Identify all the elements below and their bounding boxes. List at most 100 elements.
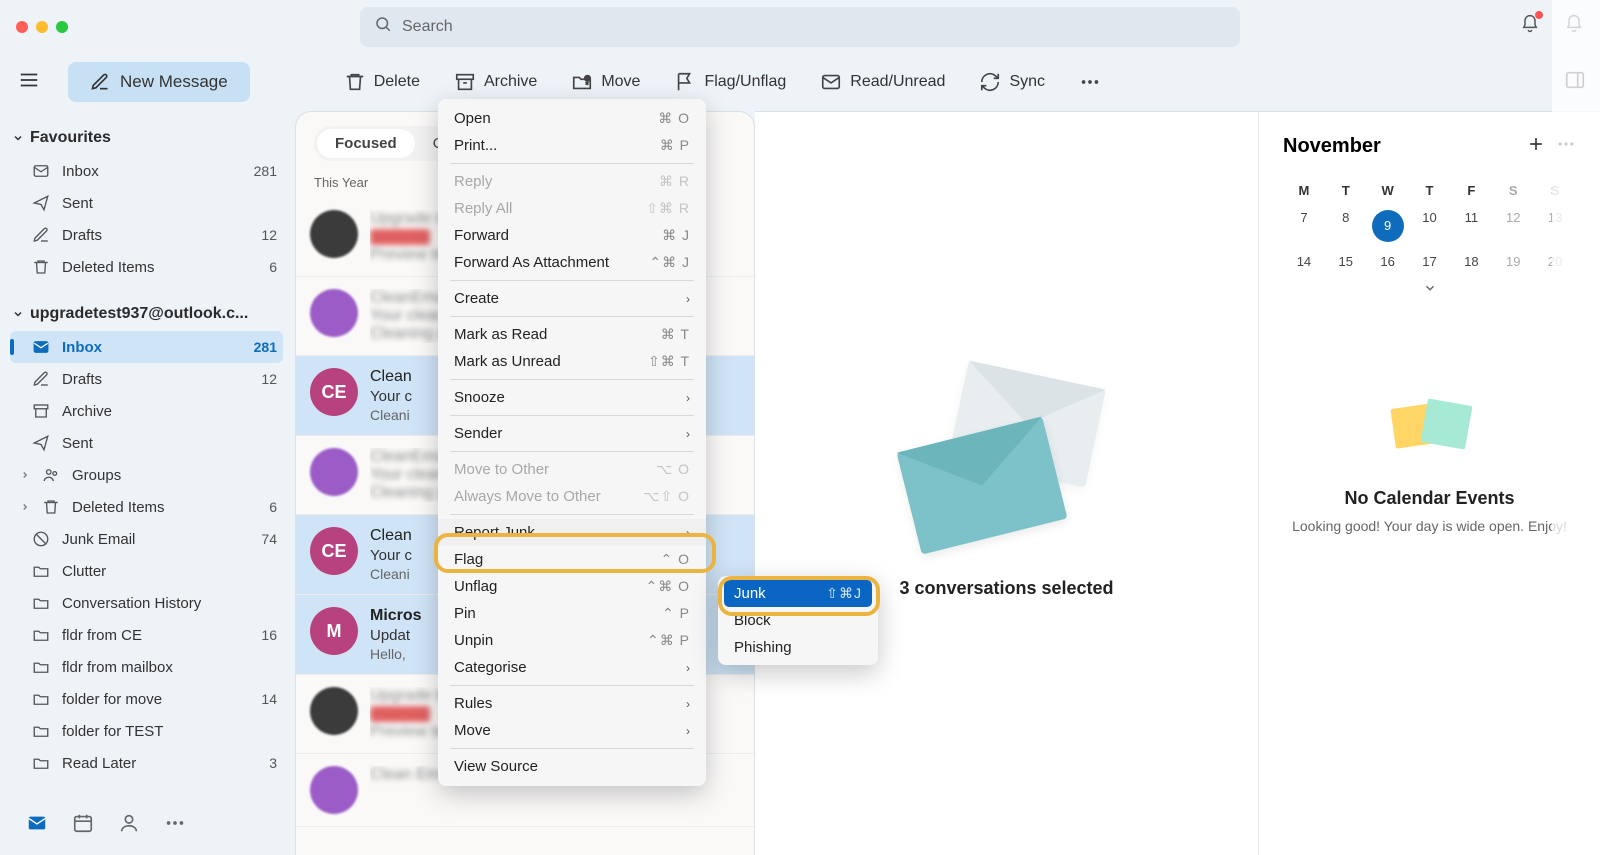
archive-button[interactable]: Archive xyxy=(446,65,545,99)
cm-snooze[interactable]: Snooze› xyxy=(438,384,706,411)
cm-open[interactable]: Open⌘ O xyxy=(438,105,706,132)
new-message-button[interactable]: New Message xyxy=(68,62,250,102)
cm-block[interactable]: Block xyxy=(718,607,878,634)
more-nav-icon[interactable] xyxy=(164,812,186,839)
sidebar-fldr-mailbox[interactable]: fldr from mailbox xyxy=(10,651,283,683)
calendar-nav-icon[interactable] xyxy=(72,812,94,839)
search-icon xyxy=(374,15,392,38)
inbox-label: Inbox xyxy=(62,163,99,180)
sidebar-groups[interactable]: Groups xyxy=(10,459,283,491)
sidebar-read-later[interactable]: Read Later 3 xyxy=(10,747,283,779)
calendar-grid: M T W T F S S 7 8 9 10 11 12 13 14 15 16 xyxy=(1283,177,1576,306)
cm-sender[interactable]: Sender› xyxy=(438,420,706,447)
groups-label: Groups xyxy=(72,467,121,484)
sidebar-fldr-ce[interactable]: fldr from CE 16 xyxy=(10,619,283,651)
cal-day[interactable]: 17 xyxy=(1409,248,1451,275)
sidebar-folder-move[interactable]: folder for move 14 xyxy=(10,683,283,715)
sidebar-inbox-fav[interactable]: Inbox 281 xyxy=(10,155,283,187)
delete-button[interactable]: Delete xyxy=(336,65,428,99)
read-later-label: Read Later xyxy=(62,755,136,772)
move-button[interactable]: Move xyxy=(563,65,648,99)
avatar-icon: CE xyxy=(310,368,358,416)
cal-day[interactable]: 12 xyxy=(1492,204,1534,248)
expand-calendar-button[interactable] xyxy=(1283,275,1576,306)
cal-day[interactable]: 8 xyxy=(1325,204,1367,248)
sidebar-conv-history[interactable]: Conversation History xyxy=(10,587,283,619)
inbox-count2: 281 xyxy=(254,339,277,355)
deleted-label2: Deleted Items xyxy=(72,499,165,516)
cm-report-junk[interactable]: Report Junk› xyxy=(438,519,706,546)
sidebar-sent[interactable]: Sent xyxy=(10,427,283,459)
cal-day[interactable]: 11 xyxy=(1450,204,1492,248)
sync-label: Sync xyxy=(1009,73,1045,91)
cal-day[interactable]: 19 xyxy=(1492,248,1534,275)
sidebar-archive[interactable]: Archive xyxy=(10,395,283,427)
sidebar-deleted-fav[interactable]: Deleted Items 6 xyxy=(10,251,283,283)
move-label: Move xyxy=(601,73,640,91)
cal-day[interactable]: 16 xyxy=(1367,248,1409,275)
cal-day[interactable]: 10 xyxy=(1409,204,1451,248)
cm-mark-unread[interactable]: Mark as Unread⇧⌘ T xyxy=(438,348,706,375)
cm-pin[interactable]: Pin⌃ P xyxy=(438,600,706,627)
sidebar-drafts[interactable]: Drafts 12 xyxy=(10,363,283,395)
sidebar-deleted[interactable]: Deleted Items 6 xyxy=(10,491,283,523)
cm-rules[interactable]: Rules› xyxy=(438,690,706,717)
avatar-icon xyxy=(310,766,358,814)
toolbar: New Message Delete Archive Move Flag/Unf… xyxy=(0,53,1600,111)
sidebar-inbox[interactable]: Inbox 281 xyxy=(10,331,283,363)
add-event-button[interactable] xyxy=(1526,134,1546,159)
cm-view-source[interactable]: View Source xyxy=(438,753,706,780)
cm-print[interactable]: Print...⌘ P xyxy=(438,132,706,159)
notifications-button[interactable] xyxy=(1520,14,1540,39)
cm-junk[interactable]: Junk⇧⌘J xyxy=(724,580,872,607)
archive-label: Archive xyxy=(484,73,537,91)
people-nav-icon[interactable] xyxy=(118,812,140,839)
sidebar-drafts-fav[interactable]: Drafts 12 xyxy=(10,219,283,251)
sidebar-sent-fav[interactable]: Sent xyxy=(10,187,283,219)
cm-create[interactable]: Create› xyxy=(438,285,706,312)
favourites-section[interactable]: Favourites xyxy=(10,121,283,155)
cm-mark-read[interactable]: Mark as Read⌘ T xyxy=(438,321,706,348)
account-section[interactable]: upgradetest937@outlook.c... xyxy=(10,297,283,331)
empty-title: No Calendar Events xyxy=(1283,488,1576,509)
calendar-pane: November M T W T F S S 7 8 9 10 11 12 13 xyxy=(1258,111,1600,855)
toggle-sidebar-button[interactable] xyxy=(8,63,50,102)
cm-flag[interactable]: Flag⌃ O xyxy=(438,546,706,573)
cm-unflag[interactable]: Unflag⌃⌘ O xyxy=(438,573,706,600)
drafts-count2: 12 xyxy=(261,371,277,387)
cal-day-today[interactable]: 9 xyxy=(1367,204,1409,248)
search-input[interactable] xyxy=(402,18,1226,36)
cm-forward-attachment[interactable]: Forward As Attachment⌃⌘ J xyxy=(438,249,706,276)
folder-move-label: folder for move xyxy=(62,691,162,708)
drafts-count: 12 xyxy=(261,227,277,243)
traffic-lights xyxy=(16,21,68,33)
flag-button[interactable]: Flag/Unflag xyxy=(666,65,794,99)
close-window[interactable] xyxy=(16,21,28,33)
sync-button[interactable]: Sync xyxy=(971,65,1053,99)
cal-day[interactable]: 15 xyxy=(1325,248,1367,275)
cm-phishing[interactable]: Phishing xyxy=(718,634,878,661)
minimize-window[interactable] xyxy=(36,21,48,33)
right-edge-fade xyxy=(1552,0,1600,855)
deleted-count2: 6 xyxy=(269,499,277,515)
inbox-count: 281 xyxy=(254,163,277,179)
cal-day[interactable]: 7 xyxy=(1283,204,1325,248)
zoom-window[interactable] xyxy=(56,21,68,33)
search-bar[interactable] xyxy=(360,7,1240,47)
mail-nav-icon[interactable] xyxy=(26,812,48,839)
cm-reply: Reply⌘ R xyxy=(438,168,706,195)
read-unread-button[interactable]: Read/Unread xyxy=(812,65,953,99)
junk-submenu: Junk⇧⌘J Block Phishing xyxy=(718,576,878,665)
more-toolbar-button[interactable] xyxy=(1071,65,1109,99)
cal-day[interactable]: 18 xyxy=(1450,248,1492,275)
cm-forward[interactable]: Forward⌘ J xyxy=(438,222,706,249)
cm-unpin[interactable]: Unpin⌃⌘ P xyxy=(438,627,706,654)
cm-categorise[interactable]: Categorise› xyxy=(438,654,706,681)
sidebar-clutter[interactable]: Clutter xyxy=(10,555,283,587)
sidebar-folder-test[interactable]: folder for TEST xyxy=(10,715,283,747)
cm-move[interactable]: Move› xyxy=(438,717,706,744)
focused-tab[interactable]: Focused xyxy=(317,129,415,158)
cal-day[interactable]: 14 xyxy=(1283,248,1325,275)
sidebar-junk[interactable]: Junk Email 74 xyxy=(10,523,283,555)
fldr-ce-label: fldr from CE xyxy=(62,627,142,644)
